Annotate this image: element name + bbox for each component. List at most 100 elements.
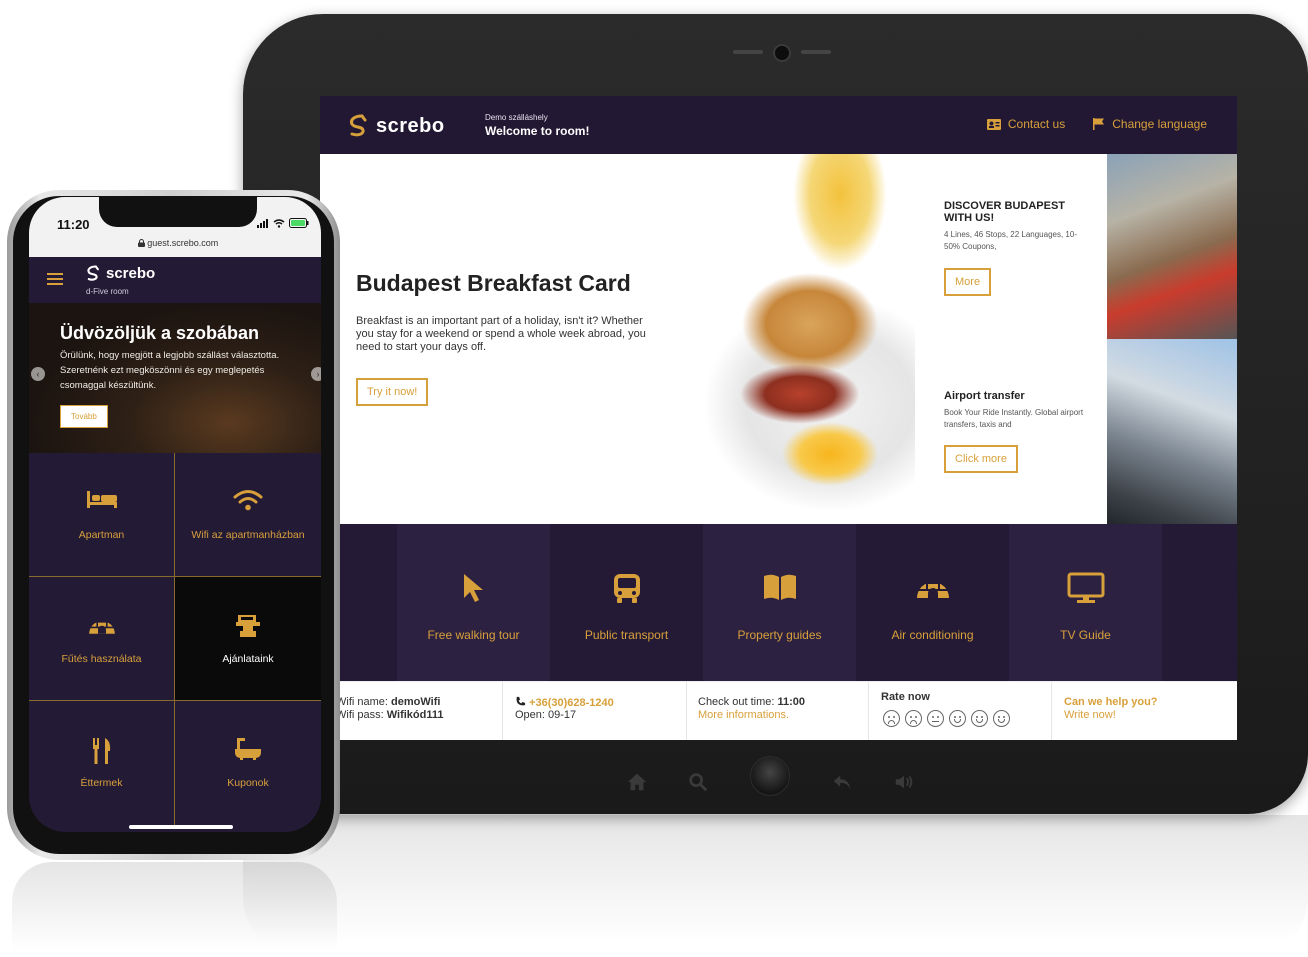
tile-label: Public transport bbox=[584, 628, 669, 642]
opening-hours: Open: 09-17 bbox=[515, 709, 577, 721]
tile-label: Air conditioning bbox=[891, 628, 974, 642]
book-icon bbox=[763, 574, 796, 600]
tablet-top-nav: Contact us Change language bbox=[986, 117, 1207, 131]
hero-title: Budapest Breakfast Card bbox=[356, 270, 631, 296]
tablet-home-button[interactable] bbox=[750, 756, 790, 796]
rating-face-5-icon[interactable] bbox=[971, 710, 988, 727]
tablet-sensor bbox=[733, 50, 763, 54]
promo-description: Book Your Ride Instantly. Global airport… bbox=[944, 408, 1084, 429]
tile-offers[interactable]: Ajánlataink bbox=[175, 577, 321, 701]
bed-icon bbox=[86, 491, 117, 508]
rating-face-2-icon[interactable] bbox=[905, 710, 922, 727]
hero-description: Breakfast is an important part of a holi… bbox=[356, 315, 646, 353]
welcome-hero: ‹ › Üdvözöljük a szobában Örülünk, hogy … bbox=[29, 303, 321, 453]
tile-label: Free walking tour bbox=[427, 628, 520, 642]
tile-free-walking-tour[interactable]: Free walking tour bbox=[397, 524, 550, 681]
tablet-sensor bbox=[801, 50, 831, 54]
click-more-button[interactable]: Click more bbox=[944, 445, 1018, 473]
promo-title: Airport transfer bbox=[944, 390, 1025, 402]
tile-label: Property guides bbox=[737, 628, 822, 642]
tablet-header: screbo Demo szálláshely Welcome to room!… bbox=[320, 96, 1237, 154]
rating-face-1-icon[interactable] bbox=[883, 710, 900, 727]
wifi-name-label: Wifi name: bbox=[336, 696, 388, 708]
wifi-icon bbox=[233, 490, 263, 511]
offers-icon bbox=[236, 615, 260, 637]
rating-face-4-icon[interactable] bbox=[949, 710, 966, 727]
monitor-icon bbox=[1067, 572, 1104, 603]
more-button[interactable]: More bbox=[944, 268, 992, 296]
continue-button[interactable]: Tovább bbox=[60, 405, 108, 428]
status-time: 11:20 bbox=[57, 217, 90, 232]
welcome-title: Üdvözöljük a szobában bbox=[60, 323, 260, 343]
tile-label: TV Guide bbox=[1060, 628, 1111, 642]
tile-restaurants[interactable]: Éttermek bbox=[29, 701, 175, 825]
tablet-reflection bbox=[243, 815, 1308, 957]
checkout-label: Check out time: bbox=[698, 696, 775, 708]
promo-title: DISCOVER BUDAPEST WITH US! bbox=[944, 200, 1066, 224]
tile-tv-guide[interactable]: TV Guide bbox=[1009, 524, 1162, 681]
change-language-link[interactable]: Change language bbox=[1093, 117, 1207, 131]
welcome-description: Örülünk, hogy megjött a legjobb szállást… bbox=[60, 350, 280, 391]
battery-icon bbox=[289, 218, 309, 228]
tile-property-guides[interactable]: Property guides bbox=[703, 524, 856, 681]
rate-now-label: Rate now bbox=[881, 691, 930, 703]
wifi-pass-label: Wifi pass: bbox=[336, 709, 384, 721]
bath-icon bbox=[235, 738, 261, 760]
home-icon[interactable] bbox=[626, 771, 648, 793]
help-block: Can we help you? Write now! bbox=[1052, 682, 1237, 740]
signal-icon bbox=[257, 218, 268, 228]
cutlery-icon bbox=[92, 738, 110, 764]
lock-icon bbox=[137, 239, 145, 247]
search-icon[interactable] bbox=[687, 771, 709, 793]
hotel-name: Demo szálláshely bbox=[485, 113, 548, 122]
back-icon[interactable] bbox=[831, 771, 853, 793]
tile-label: Fűtés használata bbox=[61, 653, 142, 665]
contact-us-link[interactable]: Contact us bbox=[986, 117, 1065, 131]
change-language-label: Change language bbox=[1112, 117, 1207, 131]
more-informations-link[interactable]: More informations. bbox=[698, 709, 789, 721]
help-title: Can we help you? bbox=[1064, 696, 1158, 708]
welcome-block: Demo szálláshely Welcome to room! bbox=[485, 113, 589, 138]
url-text: guest.screbo.com bbox=[147, 238, 219, 248]
tile-label: Éttermek bbox=[80, 777, 123, 789]
tile-wifi[interactable]: Wifi az apartmanházban bbox=[175, 453, 321, 577]
phone-screen: 11:20 guest.screbo.com screbo d-Five roo… bbox=[29, 197, 321, 832]
igloo-icon bbox=[916, 582, 949, 598]
flag-icon bbox=[1093, 118, 1105, 130]
phone-notch bbox=[99, 197, 257, 227]
tile-air-conditioning[interactable]: Air conditioning bbox=[856, 524, 1009, 681]
phone-home-indicator[interactable] bbox=[129, 825, 233, 829]
tile-public-transport[interactable]: Public transport bbox=[550, 524, 703, 681]
wifi-info: Wifi name: demoWifi Wifi pass: Wifikód11… bbox=[320, 682, 503, 740]
carousel-prev-icon[interactable]: ‹ bbox=[31, 367, 45, 381]
promo-discover-budapest: DISCOVER BUDAPEST WITH US! 4 Lines, 46 S… bbox=[915, 154, 1107, 339]
screbo-logo-icon bbox=[87, 265, 99, 281]
tile-coupons[interactable]: Kuponok bbox=[175, 701, 321, 825]
contact-card-icon bbox=[986, 118, 1001, 130]
brand-name: screbo bbox=[376, 114, 445, 137]
city-bus-photo bbox=[1107, 154, 1237, 339]
rating-face-6-icon[interactable] bbox=[993, 710, 1010, 727]
igloo-icon bbox=[88, 621, 115, 634]
bus-icon bbox=[613, 574, 640, 603]
try-it-now-button[interactable]: Try it now! bbox=[356, 378, 429, 406]
hamburger-menu-icon[interactable] bbox=[47, 273, 63, 285]
carousel-next-icon[interactable]: › bbox=[311, 367, 321, 381]
volume-icon[interactable] bbox=[893, 771, 915, 793]
rating-face-3-icon[interactable] bbox=[927, 710, 944, 727]
tile-heating[interactable]: Fűtés használata bbox=[29, 577, 175, 701]
write-now-link[interactable]: Write now! bbox=[1064, 709, 1116, 721]
wifi-pass: Wifikód111 bbox=[386, 709, 444, 721]
cursor-icon bbox=[463, 574, 483, 602]
airport-photo bbox=[1107, 339, 1237, 524]
phone-logo[interactable]: screbo bbox=[86, 265, 155, 282]
tile-apartman[interactable]: Apartman bbox=[29, 453, 175, 577]
tablet-logo[interactable]: screbo bbox=[348, 114, 445, 138]
breakfast-image bbox=[680, 154, 915, 524]
url-bar[interactable]: guest.screbo.com bbox=[29, 238, 321, 248]
phone-number-link[interactable]: +36(30)628-1240 bbox=[529, 697, 614, 709]
service-tiles: Free walking tour Public transport Prope… bbox=[320, 524, 1237, 681]
tile-label: Apartman bbox=[78, 529, 125, 541]
wifi-name: demoWifi bbox=[391, 696, 441, 708]
tablet-screen: screbo Demo szálláshely Welcome to room!… bbox=[320, 96, 1237, 740]
